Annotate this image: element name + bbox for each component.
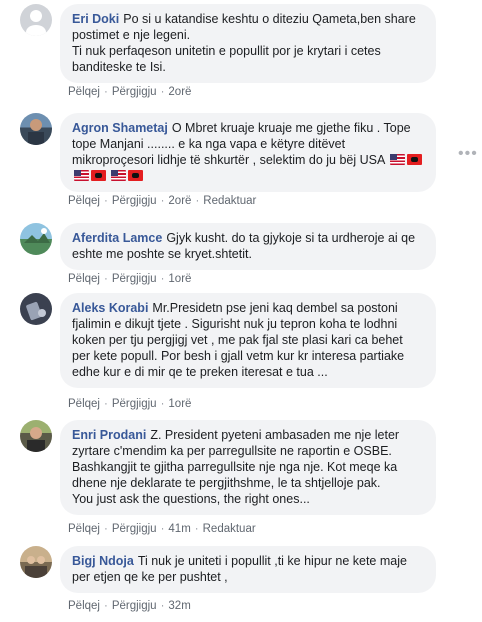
reply-link[interactable]: Përgjigju [112, 273, 157, 285]
reply-link[interactable]: Përgjigju [112, 600, 157, 612]
albania-flag-icon [407, 154, 423, 165]
like-link[interactable]: Pëlqej [68, 398, 100, 410]
comment-actions: Pëlqej · Përgjigju · 41m · Redaktuar [68, 523, 256, 535]
edited-label[interactable]: Redaktuar [203, 195, 256, 207]
comment-author[interactable]: Bigj Ndoja [72, 554, 134, 568]
comment-actions: Pëlqej · Përgjigju · 1orë [68, 273, 192, 285]
comments-page: { "comments": [ {"author":"Eri Doki","te… [0, 0, 482, 622]
usa-flag-icon [111, 170, 127, 181]
comment-author[interactable]: Eri Doki [72, 12, 119, 26]
timestamp[interactable]: 32m [168, 600, 190, 612]
comment-bubble: Aferdita Lamce Gjyk kusht. do ta gjykoje … [60, 223, 436, 270]
comment-text: Ti nuk perfaqeson unitetin e popullit po… [72, 44, 381, 74]
comment-bubble: Eri Doki Po si u katandise keshtu o ditez… [60, 4, 436, 83]
avatar[interactable] [20, 546, 52, 578]
comment-actions: Pëlqej · Përgjigju · 1orë [68, 398, 192, 410]
avatar[interactable] [20, 4, 52, 36]
like-link[interactable]: Pëlqej [68, 273, 100, 285]
albania-flag-icon [91, 170, 106, 181]
more-options-icon[interactable]: ••• [458, 145, 478, 163]
comment-author[interactable]: Agron Shametaj [72, 121, 168, 135]
avatar[interactable] [20, 113, 52, 145]
timestamp[interactable]: 1orë [168, 398, 191, 410]
timestamp[interactable]: 2orë [168, 195, 191, 207]
like-link[interactable]: Pëlqej [68, 195, 100, 207]
comment-bubble: Agron Shametaj O Mbret kruaje kruaje me g… [60, 113, 436, 192]
reply-link[interactable]: Përgjigju [112, 523, 157, 535]
comment-text: Po si u katandise keshtu o diteziu Qamet… [72, 12, 416, 42]
edited-label[interactable]: Redaktuar [203, 523, 256, 535]
reply-link[interactable]: Përgjigju [112, 398, 157, 410]
comment-author[interactable]: Aferdita Lamce [72, 231, 162, 245]
timestamp[interactable]: 2orë [168, 86, 191, 98]
like-link[interactable]: Pëlqej [68, 86, 100, 98]
comment-text: You just ask the questions, the right on… [72, 492, 310, 506]
comment-bubble: Enri Prodani Z. President pyeteni ambasad… [60, 420, 436, 515]
comment-bubble: Aleks Korabi Mr.Presidetn pse jeni kaq de… [60, 293, 436, 388]
comment-actions: Pëlqej · Përgjigju · 2orë · Redaktuar [68, 195, 257, 207]
avatar[interactable] [20, 293, 52, 325]
reply-link[interactable]: Përgjigju [112, 86, 157, 98]
comment-author[interactable]: Aleks Korabi [72, 301, 148, 315]
timestamp[interactable]: 41m [168, 523, 190, 535]
usa-flag-icon [390, 154, 406, 165]
usa-flag-icon [74, 170, 89, 181]
timestamp[interactable]: 1orë [168, 273, 191, 285]
avatar[interactable] [20, 420, 52, 452]
comment-actions: Pëlqej · Përgjigju · 32m [68, 600, 191, 612]
avatar[interactable] [20, 223, 52, 255]
comment-bubble: Bigj Ndoja Ti nuk je uniteti i popullit ,… [60, 546, 436, 593]
like-link[interactable]: Pëlqej [68, 600, 100, 612]
comment-author[interactable]: Enri Prodani [72, 428, 146, 442]
albania-flag-icon [128, 170, 144, 181]
comment-actions: Pëlqej · Përgjigju · 2orë [68, 86, 192, 98]
like-link[interactable]: Pëlqej [68, 523, 100, 535]
reply-link[interactable]: Përgjigju [112, 195, 157, 207]
